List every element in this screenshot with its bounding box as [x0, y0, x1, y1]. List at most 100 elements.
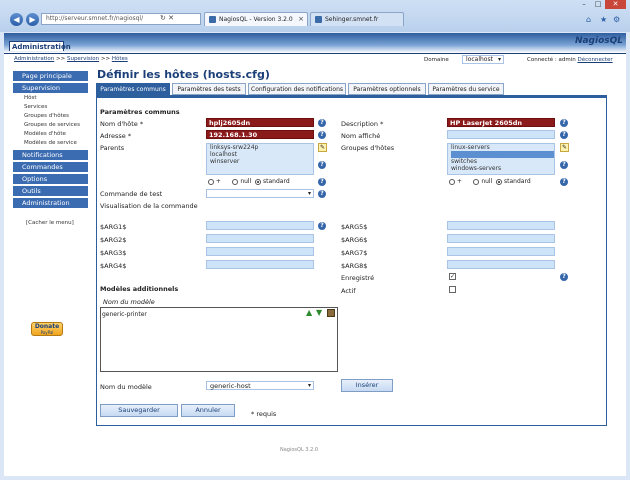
sidebar-item-host-templates[interactable]: Modèles d'hôte — [24, 131, 66, 137]
hostname-field[interactable]: hplj2605dn — [206, 118, 314, 127]
page-favicon-icon — [315, 16, 322, 23]
arg-label: $ARG4$ — [100, 262, 127, 270]
arg1-field[interactable] — [206, 221, 314, 230]
arg8-field[interactable] — [447, 260, 555, 269]
browser-tab-nagiosql[interactable]: NagiosQL - Version 3.2.0 × — [204, 12, 308, 26]
minimize-icon[interactable]: – — [577, 0, 591, 9]
address-bar[interactable]: http://serveur.smnet.fr/nagiosql/ — [41, 13, 201, 25]
help-icon[interactable]: ? — [560, 119, 568, 127]
active-checkbox[interactable] — [449, 286, 456, 293]
list-item-selected[interactable]: network-printers — [451, 151, 554, 158]
back-icon[interactable]: ◀ — [10, 13, 23, 26]
cancel-button[interactable]: Annuler — [181, 404, 235, 417]
list-item[interactable]: linksys-srw224p — [210, 144, 313, 151]
donate-button[interactable]: Donate PayPal — [31, 322, 63, 336]
arg7-field[interactable] — [447, 247, 555, 256]
tab-check-params[interactable]: Paramètres des tests — [172, 83, 246, 95]
template-name-label: Nom du modèle — [100, 383, 152, 391]
home-icon[interactable]: ⌂ — [586, 15, 591, 24]
parents-radio-group: + null standard — [208, 178, 290, 185]
session-info: Connecté : admin Déconnecter — [527, 57, 613, 63]
sidebar-section-supervision[interactable]: Supervision — [8, 83, 88, 93]
list-item[interactable]: winserver — [210, 158, 313, 165]
arg2-field[interactable] — [206, 234, 314, 243]
display-name-field[interactable] — [447, 130, 555, 139]
sidebar-item-service-templates[interactable]: Modèles de service — [24, 140, 77, 146]
sidebar-item-hostgroups[interactable]: Groupes d'hôtes — [24, 113, 69, 119]
arg-label: $ARG1$ — [100, 223, 127, 231]
radio-standard[interactable] — [255, 178, 262, 185]
address-field[interactable]: 192.168.1.30 — [206, 130, 314, 139]
help-icon[interactable]: ? — [560, 178, 568, 186]
breadcrumb-item[interactable]: Hôtes — [112, 56, 128, 62]
description-field[interactable]: HP LaserJet 2605dn — [447, 118, 555, 127]
sidebar-item-servicegroups[interactable]: Groupes de services — [24, 122, 80, 128]
hide-menu-link[interactable]: [Cacher le menu] — [26, 220, 74, 226]
close-tab-icon[interactable]: × — [298, 13, 304, 26]
list-item[interactable]: localhost — [210, 151, 313, 158]
check-command-label: Commande de test — [100, 190, 163, 198]
help-icon[interactable]: ? — [318, 119, 326, 127]
radio-plus[interactable] — [208, 178, 214, 185]
template-select[interactable]: generic-host ▾ — [206, 381, 314, 390]
sidebar-item-host[interactable]: Hôst — [24, 95, 37, 101]
radio-null[interactable] — [473, 178, 480, 185]
edit-note-icon[interactable]: ✎ — [560, 143, 569, 152]
close-window-icon[interactable]: ✕ — [605, 0, 626, 9]
breadcrumb-item[interactable]: Supervision — [67, 56, 99, 62]
maximize-icon[interactable]: □ — [591, 0, 605, 9]
arg3-field[interactable] — [206, 247, 314, 256]
arg6-field[interactable] — [447, 234, 555, 243]
list-item[interactable]: windows-servers — [451, 165, 554, 172]
registered-checkbox[interactable]: ✓ — [449, 273, 456, 280]
hostgroups-listbox[interactable]: linux-servers network-printers switches … — [447, 143, 555, 175]
template-column-header: Nom du modèle — [103, 298, 155, 306]
list-item[interactable]: linux-servers — [451, 144, 554, 151]
hostname-label: Nom d'hôte * — [100, 120, 144, 128]
forward-icon[interactable]: ▶ — [26, 13, 39, 26]
check-command-select[interactable]: ▾ — [206, 189, 314, 198]
radio-standard[interactable] — [496, 178, 503, 185]
sidebar-section-tools[interactable]: Outils — [8, 186, 88, 196]
move-up-icon[interactable]: ▲ — [306, 309, 312, 317]
tab-common-params[interactable]: Paramètres communs — [96, 83, 170, 95]
settings-gear-icon[interactable]: ⚙ — [613, 15, 620, 24]
breadcrumb-item[interactable]: Administration — [14, 56, 54, 62]
edit-note-icon[interactable]: ✎ — [318, 143, 327, 152]
delete-icon[interactable] — [327, 309, 335, 317]
tab-optional-params[interactable]: Paramètres optionnels — [348, 83, 426, 95]
templates-heading: Modèles additionnels — [100, 285, 179, 293]
radio-null[interactable] — [232, 178, 239, 185]
sidebar-section-notifications[interactable]: Notifications — [8, 150, 88, 160]
list-item[interactable]: switches — [451, 158, 554, 165]
help-icon[interactable]: ? — [318, 178, 326, 186]
arg5-field[interactable] — [447, 221, 555, 230]
help-icon[interactable]: ? — [318, 161, 326, 169]
save-button[interactable]: Sauvegarder — [100, 404, 178, 417]
favorites-star-icon[interactable]: ★ — [600, 15, 607, 24]
sidebar-section-commands[interactable]: Commandes — [8, 162, 88, 172]
insert-button[interactable]: Insérer — [341, 379, 393, 392]
help-icon[interactable]: ? — [560, 131, 568, 139]
help-icon[interactable]: ? — [560, 161, 568, 169]
browser-tab-sehinger[interactable]: Sehinger.smnet.fr — [310, 12, 404, 26]
sidebar-section-administration[interactable]: Administration — [8, 198, 88, 208]
sidebar-item-services[interactable]: Services — [24, 104, 47, 110]
refresh-icon[interactable]: ↻ ✕ — [160, 14, 174, 22]
parents-label: Parents — [100, 144, 125, 152]
nagiosql-logo: NagiosQL — [574, 36, 623, 46]
help-icon[interactable]: ? — [318, 131, 326, 139]
help-icon[interactable]: ? — [318, 190, 326, 198]
logout-link[interactable]: Déconnecter — [577, 57, 612, 63]
sidebar-section-options[interactable]: Options — [8, 174, 88, 184]
tab-service-params[interactable]: Paramètres du service — [428, 83, 504, 95]
arg4-field[interactable] — [206, 260, 314, 269]
move-down-icon[interactable]: ▼ — [316, 309, 322, 317]
radio-plus[interactable] — [449, 178, 455, 185]
domain-select[interactable]: localhost ▾ — [462, 55, 504, 64]
help-icon[interactable]: ? — [318, 222, 326, 230]
tab-notification-config[interactable]: Configuration des notifications — [248, 83, 346, 95]
sidebar-section-main[interactable]: Page principale — [8, 71, 88, 81]
help-icon[interactable]: ? — [560, 273, 568, 281]
parents-listbox[interactable]: linksys-srw224p localhost winserver — [206, 143, 314, 175]
